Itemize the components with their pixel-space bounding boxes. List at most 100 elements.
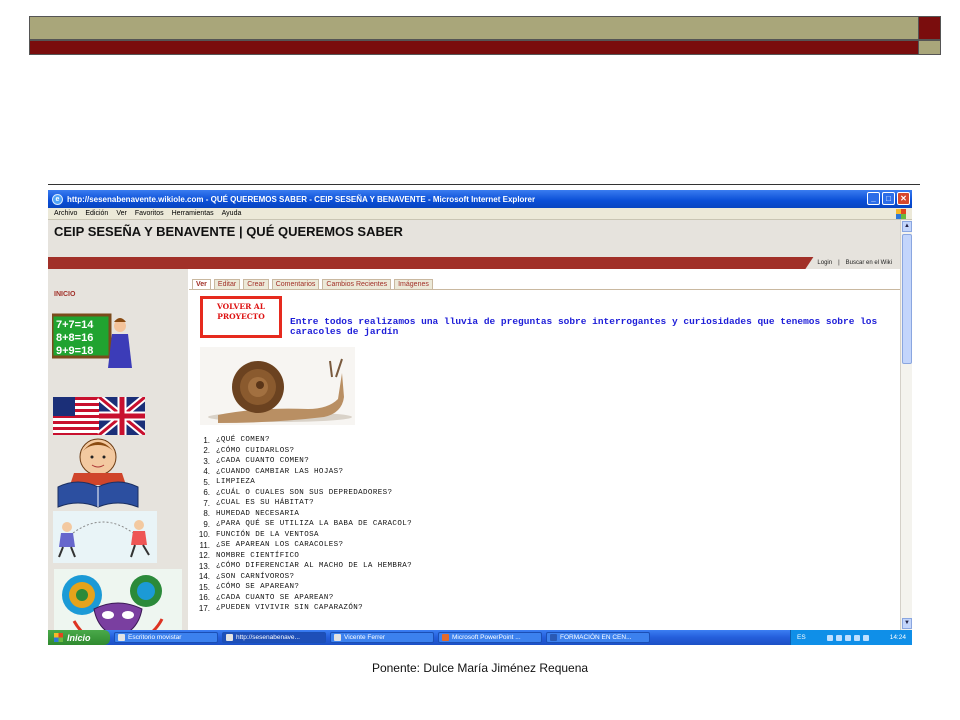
math-line-2: 8+8=16 — [56, 332, 93, 344]
scroll-thumb[interactable] — [902, 234, 912, 364]
question-text: LIMPIEZA — [216, 478, 256, 487]
task-formacion[interactable]: FORMACIÓN EN CEN... — [546, 632, 650, 643]
english-flag-image[interactable] — [53, 397, 145, 435]
question-number: 3. — [203, 456, 210, 466]
question-text: ¿SON CARNÍVOROS? — [216, 572, 295, 581]
question-text: HUMEDAD NECESARIA — [216, 509, 300, 518]
slide-corner-square-red — [918, 16, 941, 40]
clock: 14:24 — [889, 634, 906, 641]
login-link[interactable]: Login — [817, 260, 832, 266]
task-browser[interactable]: http://sesenabenave... — [222, 632, 326, 643]
vertical-scrollbar[interactable]: ▲ ▼ — [900, 220, 912, 630]
folder-icon — [334, 634, 341, 641]
question-item: 16. ¿CADA CUANTO SE APAREAN? — [196, 593, 412, 604]
movistar-icon — [118, 634, 125, 641]
question-number: 10. — [198, 530, 210, 540]
scroll-up-arrow-icon[interactable]: ▲ — [902, 221, 912, 232]
start-label: Inicio — [67, 632, 91, 643]
task-powerpoint[interactable]: Microsoft PowerPoint ... — [438, 632, 542, 643]
browser-screenshot: e http://sesenabenavente.wikiole.com - Q… — [48, 190, 912, 645]
math-line-3: 9+9=18 — [56, 345, 93, 357]
task-escritorio-movistar[interactable]: Escritorio movistar — [114, 632, 218, 643]
menu-archivo[interactable]: Archivo — [54, 210, 77, 217]
menu-edicion[interactable]: Edición — [85, 210, 108, 217]
question-item: 1. ¿QUÉ COMEN? — [196, 435, 412, 446]
math-line-1: 7+7=14 — [56, 319, 94, 331]
question-number: 17. — [198, 603, 210, 613]
site-title: CEIP SESEÑA Y BENAVENTE | QUÉ QUEREMOS S… — [54, 224, 403, 239]
question-text: ¿PARA QUÉ SE UTILIZA LA BABA DE CARACOL? — [216, 520, 413, 529]
question-number: 6. — [203, 488, 210, 498]
carnival-mask-image[interactable] — [54, 569, 182, 630]
questions-list: 1. ¿QUÉ COMEN? 2. ¿CÓMO CUIDARLOS? 3. ¿CADA C… — [196, 435, 412, 614]
question-item: 17. ¿PUEDEN VIVIVIR SIN CAPARAZÓN? — [196, 603, 412, 614]
network-icon[interactable] — [826, 634, 833, 641]
question-item: 5. LIMPIEZA — [196, 477, 412, 488]
slide-top-bar — [29, 16, 919, 40]
close-button[interactable]: ✕ — [897, 192, 910, 205]
update-icon[interactable] — [862, 634, 869, 641]
word-icon — [550, 634, 557, 641]
browser-title: http://sesenabenavente.wikiole.com - QUÉ… — [67, 194, 536, 204]
question-number: 16. — [198, 593, 210, 603]
tray-icons — [826, 634, 869, 641]
question-item: 3. ¿CADA CUANTO COMEN? — [196, 456, 412, 467]
browser-icon — [226, 634, 233, 641]
menu-favoritos[interactable]: Favoritos — [135, 210, 164, 217]
question-text: ¿CÓMO DIFERENCIAR AL MACHO DE LA HEMBRA? — [216, 562, 413, 571]
intro-text: Entre todos realizamos una lluvia de pre… — [290, 316, 878, 337]
menu-ayuda[interactable]: Ayuda — [222, 210, 242, 217]
web-page: CEIP SESEÑA Y BENAVENTE | QUÉ QUEREMOS S… — [48, 220, 900, 630]
math-board-image[interactable]: 7+7=14 8+8=16 9+9=18 — [52, 312, 140, 370]
site-header: CEIP SESEÑA Y BENAVENTE | QUÉ QUEREMOS S… — [48, 220, 900, 269]
internet-explorer-icon: e — [52, 193, 63, 205]
language-indicator[interactable]: ES — [797, 634, 806, 641]
question-number: 2. — [203, 446, 210, 456]
question-text: ¿CÓMO CUIDARLOS? — [216, 446, 295, 455]
menu-ver[interactable]: Ver — [116, 210, 127, 217]
question-number: 13. — [198, 561, 210, 571]
site-sidebar: INICIO 7+7=14 8+8=16 9+9=18 — [48, 269, 188, 630]
question-item: 10. FUNCIÓN DE LA VENTOSA — [196, 530, 412, 541]
presentation-slide: e http://sesenabenavente.wikiole.com - Q… — [0, 0, 960, 720]
question-item: 12. NOMBRE CIENTÍFICO — [196, 551, 412, 562]
question-item: 14. ¿SON CARNÍVOROS? — [196, 572, 412, 583]
question-item: 7. ¿CUAL ES SU HÁBITAT? — [196, 498, 412, 509]
system-tray: ES 14:24 — [790, 630, 912, 645]
minimize-button[interactable]: _ — [867, 192, 880, 205]
question-number: 7. — [203, 498, 210, 508]
question-item: 11. ¿SE APAREAN LOS CARACOLES? — [196, 540, 412, 551]
question-item: 9. ¿PARA QUÉ SE UTILIZA LA BABA DE CARACO… — [196, 519, 412, 530]
maximize-button[interactable]: □ — [882, 192, 895, 205]
slide-corner-square-olive — [918, 40, 941, 55]
question-text: ¿QUÉ COMEN? — [216, 436, 270, 445]
browser-menu-bar: Archivo Edición Ver Favoritos Herramient… — [48, 208, 912, 220]
slide-accent-bar — [29, 40, 919, 55]
volume-icon[interactable] — [844, 634, 851, 641]
task-vicente-ferrer[interactable]: Vicente Ferrer — [330, 632, 434, 643]
question-text: ¿CUANDO CAMBIAR LAS HOJAS? — [216, 467, 344, 476]
question-number: 4. — [203, 467, 210, 477]
search-wiki-link[interactable]: Buscar en el Wiki — [846, 260, 892, 266]
scroll-down-arrow-icon[interactable]: ▼ — [902, 618, 912, 629]
question-text: ¿CÓMO SE APAREAN? — [216, 583, 300, 592]
sidebar-inicio-link[interactable]: INICIO — [54, 291, 75, 298]
reading-boy-image[interactable] — [52, 437, 144, 509]
question-item: 15. ¿CÓMO SE APAREAN? — [196, 582, 412, 593]
children-playing-image[interactable] — [53, 511, 157, 563]
menu-herramientas[interactable]: Herramientas — [172, 210, 214, 217]
window-controls: _ □ ✕ — [867, 192, 910, 205]
start-button[interactable]: Inicio — [48, 630, 110, 645]
antivirus-icon[interactable] — [853, 634, 860, 641]
question-text: ¿SE APAREAN LOS CARACOLES? — [216, 541, 344, 550]
volver-al-proyecto-button[interactable]: VOLVER AL PROYECTO — [200, 296, 282, 338]
question-text: ¿CUAL ES SU HÁBITAT? — [216, 499, 315, 508]
question-text: ¿CADA CUANTO COMEN? — [216, 457, 310, 466]
messenger-icon[interactable] — [835, 634, 842, 641]
slide-footer: Ponente: Dulce María Jiménez Requena — [371, 661, 589, 675]
slide-divider — [48, 184, 920, 185]
question-number: 12. — [198, 551, 210, 561]
question-number: 11. — [199, 540, 210, 550]
tab-underline — [189, 289, 900, 290]
question-number: 1. — [203, 435, 210, 445]
